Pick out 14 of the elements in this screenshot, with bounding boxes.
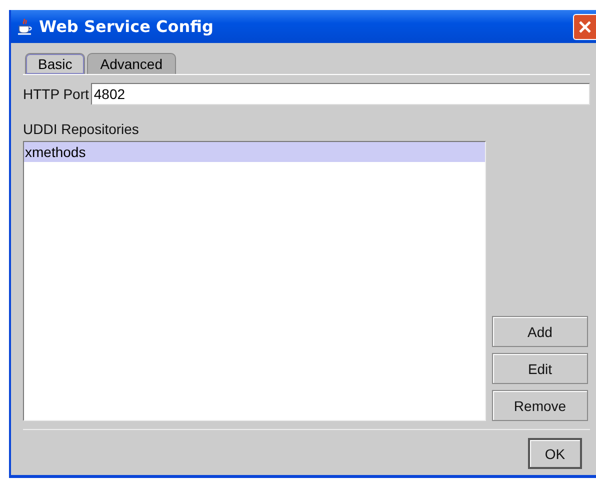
coffee-cup-icon <box>17 18 33 36</box>
list-action-button[interactable]: Edit <box>492 353 588 384</box>
list-item[interactable]: xmethods <box>24 142 485 162</box>
http-port-label: HTTP Port <box>23 86 89 102</box>
ok-button[interactable]: OK <box>528 438 582 469</box>
repositories-label: UDDI Repositories <box>23 121 140 137</box>
tab[interactable]: Basic <box>25 53 86 74</box>
close-icon <box>579 20 591 32</box>
close-button[interactable] <box>573 14 596 40</box>
list-action-button[interactable]: Add <box>492 316 588 347</box>
tab[interactable]: Advanced <box>87 53 176 74</box>
window-title: Web Service Config <box>39 17 214 36</box>
list-action-button[interactable]: Remove <box>492 390 588 421</box>
http-port-field[interactable]: 4802 <box>90 83 590 105</box>
